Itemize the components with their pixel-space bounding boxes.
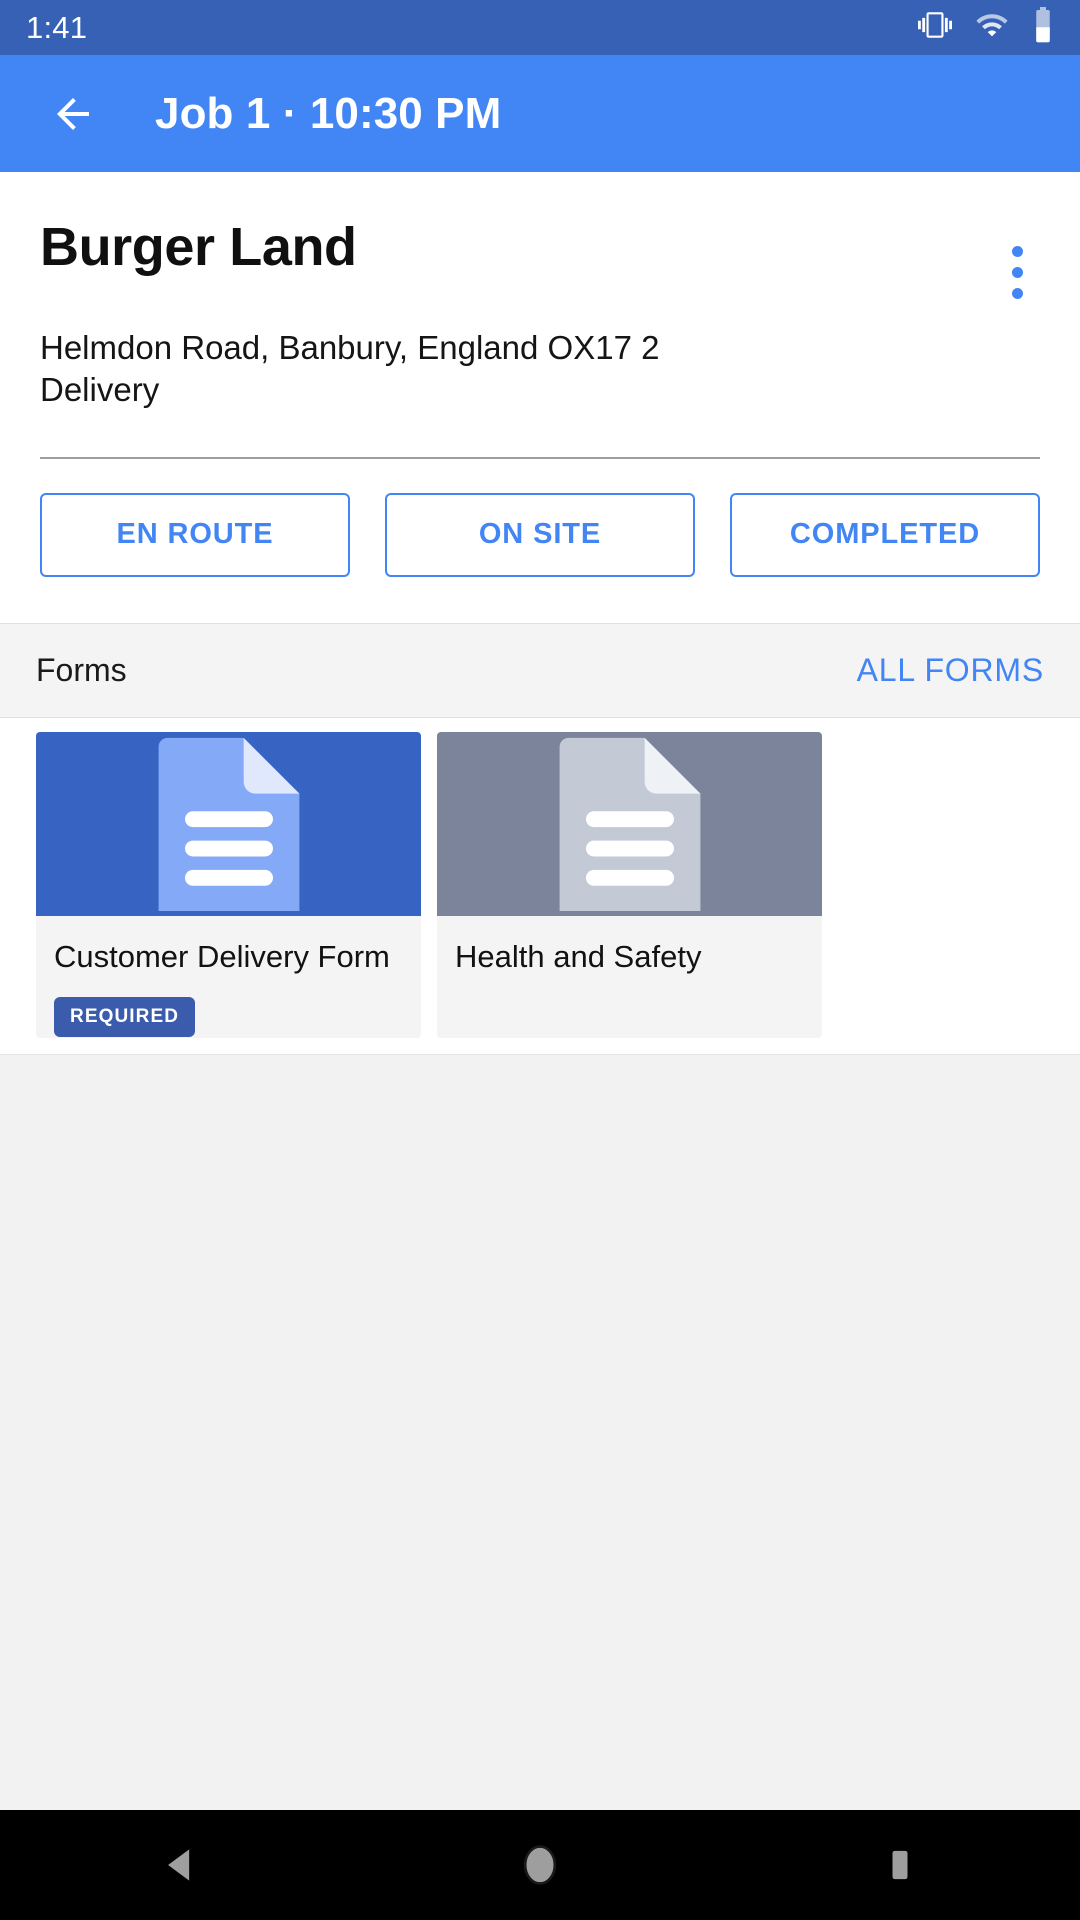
forms-card-list: Customer Delivery Form REQUIRED Health a — [0, 718, 1080, 1055]
job-type: Delivery — [40, 370, 160, 408]
vibrate-icon — [918, 8, 952, 47]
page-title: Burger Land — [40, 217, 357, 277]
all-forms-link[interactable]: ALL FORMS — [857, 652, 1044, 689]
forms-section-header: Forms ALL FORMS — [0, 623, 1080, 718]
nav-home-icon[interactable] — [450, 1810, 630, 1920]
on-site-button[interactable]: ON SITE — [385, 492, 695, 577]
empty-content-area — [0, 1055, 1080, 1810]
form-card-title: Health and Safety — [455, 939, 702, 974]
wifi-icon — [974, 8, 1010, 47]
form-card[interactable]: Customer Delivery Form REQUIRED — [36, 732, 421, 1038]
status-bar: 1:41 — [0, 0, 1080, 55]
status-bar-icons — [918, 7, 1054, 48]
nav-back-icon[interactable] — [90, 1810, 270, 1920]
nav-recents-icon[interactable] — [810, 1810, 990, 1920]
job-address: Helmdon Road, Banbury, England OX17 2 — [40, 329, 660, 366]
battery-icon — [1032, 7, 1054, 48]
form-thumbnail — [437, 732, 822, 916]
phone-screen: 1:41 Job 1 · 10:30 PM Burger Land Helmdo… — [0, 0, 1080, 1920]
form-card-body: Health and Safety — [437, 916, 822, 1038]
completed-button[interactable]: COMPLETED — [730, 492, 1040, 577]
form-card[interactable]: Health and Safety — [437, 732, 822, 1038]
document-icon — [541, 735, 719, 916]
job-header-row: Burger Land — [40, 217, 1040, 309]
en-route-button[interactable]: EN ROUTE — [40, 492, 350, 577]
forms-section-label: Forms — [36, 652, 127, 688]
back-arrow-icon[interactable] — [44, 85, 102, 143]
overflow-menu-icon[interactable] — [988, 235, 1046, 309]
job-summary-card: Burger Land Helmdon Road, Banbury, Engla… — [0, 172, 1080, 623]
status-bar-clock: 1:41 — [26, 10, 88, 45]
status-badge: REQUIRED — [54, 997, 196, 1038]
form-thumbnail — [36, 732, 421, 916]
android-nav-bar — [0, 1810, 1080, 1920]
app-bar: Job 1 · 10:30 PM — [0, 55, 1080, 172]
document-icon — [140, 735, 318, 916]
job-status-button-group: EN ROUTE ON SITE COMPLETED — [40, 459, 1040, 623]
form-card-body: Customer Delivery Form REQUIRED — [36, 916, 421, 1038]
app-bar-title: Job 1 · 10:30 PM — [155, 88, 502, 138]
form-card-title: Customer Delivery Form — [54, 939, 390, 974]
